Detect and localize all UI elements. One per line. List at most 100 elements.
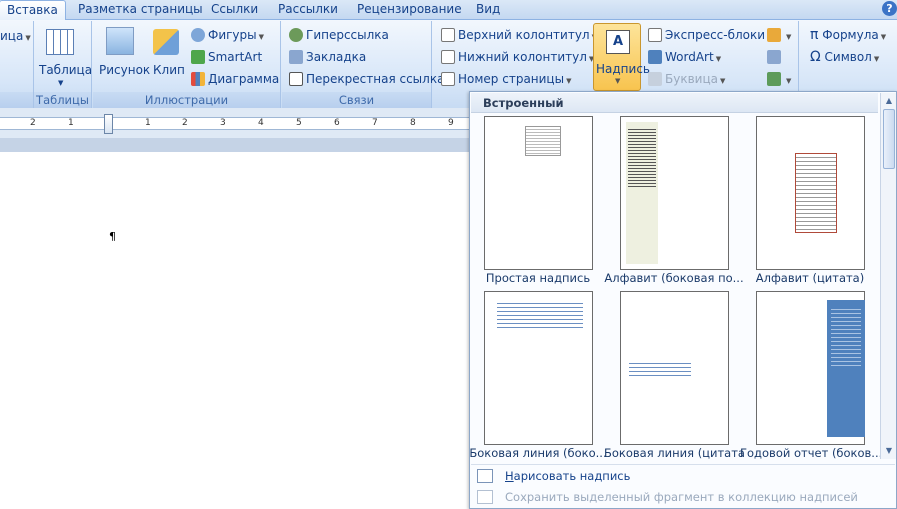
symbol-button[interactable]: Ω Символ ▼ [810,49,879,67]
cross-reference-label: Перекрестная ссылка [306,72,445,86]
ruler-number: 9 [448,118,454,128]
calendar-icon [767,50,781,64]
textbox-button[interactable]: A Надпись ▼ [593,23,650,91]
group-tables: Таблица ▼ Таблицы [34,21,92,108]
bookmark-label: Закладка [306,50,367,64]
group-label-illustrations: Иллюстрации [93,92,280,108]
gallery-label: Алфавит (боковая по... [604,271,744,285]
ruler-number: 1 [145,118,151,128]
chevron-down-icon: ▼ [719,77,726,85]
smartart-button[interactable]: SmartArt [191,49,262,65]
draw-textbox-menu-item[interactable]: Нарисовать надпись [471,464,895,486]
signature-line-button[interactable]: ▼ [767,27,791,45]
footer-icon [441,50,455,64]
ruler-number: 6 [334,118,340,128]
horizontal-ruler[interactable]: 2 1 1 2 3 4 5 6 7 8 9 [0,108,470,138]
chevron-down-icon: ▼ [786,77,792,85]
pi-icon: π [810,27,819,43]
group-links: Гиперссылка Закладка Перекрестная ссылка… [282,21,444,108]
bookmark-button[interactable]: Закладка [289,49,366,65]
gallery-item-annual-report[interactable] [756,291,865,445]
tab-page-layout[interactable]: Разметка страницы [78,0,203,20]
document-page[interactable] [0,152,470,509]
shapes-icon [191,28,205,42]
chevron-down-icon: ▼ [786,33,792,41]
chevron-down-icon: ▼ [58,79,64,87]
table-icon [46,29,74,55]
textbox-label: Надпись [596,62,650,76]
group-pages-partial: ица ▼ [0,21,34,108]
group-label-tables: Таблицы [34,92,91,108]
ruler-number: 2 [182,118,188,128]
chart-button[interactable]: Диаграмма [191,71,279,87]
gallery-item-alphabet-sidebar[interactable] [620,116,729,270]
object-button[interactable]: ▼ [767,71,791,89]
gallery-scrollbar[interactable]: ▲ ▼ [880,93,896,459]
document-background [0,138,470,152]
gallery-item-sideline-quote[interactable] [620,291,729,445]
chevron-down-icon: ▼ [873,55,880,63]
table-button[interactable]: Таблица [39,62,92,78]
wordart-button[interactable]: WordArt ▼ [648,49,721,67]
chevron-down-icon: ▼ [615,77,621,85]
preview-text-lines [628,127,656,187]
draw-textbox-label: арисовать надпись [513,469,631,483]
omega-icon: Ω [810,49,821,65]
indent-marker[interactable] [104,114,113,134]
ruler-number: 4 [258,118,264,128]
preview-text-lines [497,300,583,330]
chart-icon [191,72,205,86]
save-selection-menu-item[interactable]: Сохранить выделенный фрагмент в коллекци… [471,486,895,508]
tab-insert[interactable]: Вставка [0,0,66,21]
shapes-button[interactable]: Фигуры ▼ [191,27,264,45]
cross-reference-button[interactable]: Перекрестная ссылка [289,71,444,87]
group-label-links: Связи [282,92,431,108]
smartart-icon [191,50,205,64]
page-number-icon [441,72,455,86]
gallery-item-sideline-side[interactable] [484,291,593,445]
chevron-down-icon: ▼ [715,55,722,63]
page-number-button[interactable]: Номер страницы ▼ [441,71,571,89]
gallery-item-alphabet-quote[interactable] [756,116,865,270]
clipart-button[interactable]: Клип [153,62,185,78]
gallery-label: Боковая линия (боко... [469,446,607,460]
date-time-button[interactable] [767,49,784,65]
equation-button[interactable]: π Формула ▼ [810,27,886,45]
header-label: Верхний колонтитул [458,28,590,42]
gallery-item-simple[interactable] [484,116,593,270]
smartart-label: SmartArt [208,50,263,64]
footer-button[interactable]: Нижний колонтитул ▼ [441,49,594,67]
clipart-icon [153,29,179,55]
chevron-down-icon: ▼ [25,34,31,42]
chart-label: Диаграмма [208,72,280,86]
preview-text-lines [831,306,861,366]
ruler-number: 7 [372,118,378,128]
help-icon[interactable]: ? [882,1,897,16]
ruler-number: 1 [68,118,74,128]
ruler-number: 8 [410,118,416,128]
quick-parts-icon [648,28,662,42]
tab-mailings[interactable]: Рассылки [278,0,338,20]
wordart-icon [648,50,662,64]
tab-references[interactable]: Ссылки [211,0,258,20]
scroll-down-icon[interactable]: ▼ [883,445,895,457]
dropcap-button[interactable]: Буквица ▼ [648,71,725,89]
scrollbar-thumb[interactable] [883,109,895,169]
pages-button-partial[interactable]: ица ▼ [0,28,31,46]
group-illustrations: Рисунок Клип Фигуры ▼ SmartArt Диаграмма … [93,21,281,108]
picture-button[interactable]: Рисунок [99,62,150,78]
gallery-label: Годовой отчет (боков... [740,446,880,460]
text-cursor: ¶ [109,230,116,243]
preview-quote-box [795,153,837,233]
scroll-up-icon[interactable]: ▲ [883,95,895,107]
tab-review[interactable]: Рецензирование [357,0,462,20]
quick-parts-button[interactable]: Экспресс-блоки▼ [648,27,772,45]
hyperlink-button[interactable]: Гиперссылка [289,27,389,43]
quick-parts-label: Экспресс-блоки [665,28,766,42]
draw-textbox-accel: Н [505,469,514,483]
dropcap-label: Буквица [665,72,718,86]
header-button[interactable]: Верхний колонтитул▼ [441,27,597,45]
tab-view[interactable]: Вид [476,0,500,20]
gallery-label: Алфавит (цитата) [755,271,865,285]
preview-textbox [525,126,561,156]
